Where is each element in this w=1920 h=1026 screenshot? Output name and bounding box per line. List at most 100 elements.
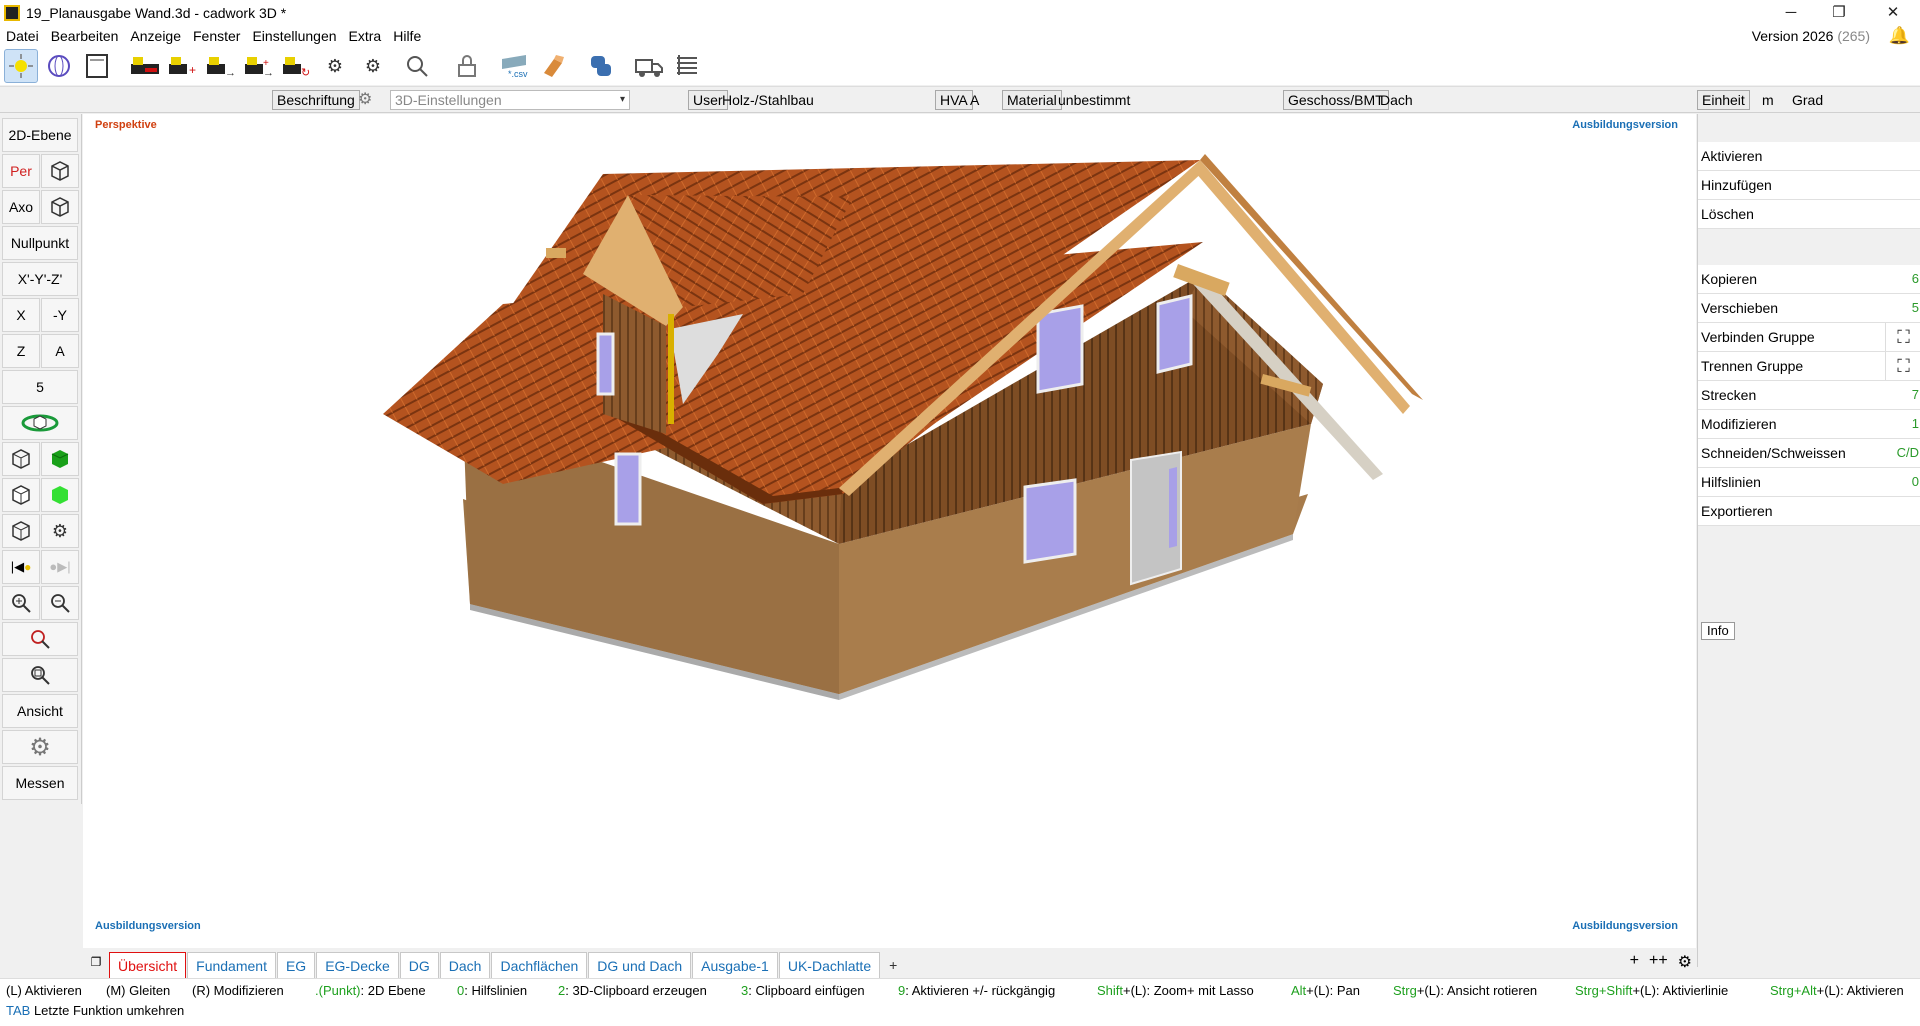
house-3d-model[interactable] <box>83 114 1696 948</box>
hint-text: +(L): Aktivieren <box>1816 983 1904 998</box>
geschoss-button[interactable]: Geschoss/BMT <box>1283 90 1389 110</box>
wireframe-cube-icon[interactable] <box>2 442 40 476</box>
cmd-verschieben[interactable]: Verschieben 5 <box>1698 294 1920 323</box>
rotate-view-icon[interactable] <box>2 406 78 440</box>
close-button[interactable]: ✕ <box>1870 0 1916 25</box>
plane-2d-button[interactable]: 2D-Ebene <box>2 118 78 152</box>
tab-uk-dachlatte[interactable]: UK-Dachlatte <box>778 952 881 978</box>
3d-viewport[interactable]: Perspektive Ausbildungsversion Ausbildun… <box>83 114 1696 948</box>
search-icon[interactable] <box>400 49 434 83</box>
cmd-loeschen[interactable]: Löschen <box>1698 200 1920 229</box>
add-multi-view-button[interactable]: ++ <box>1649 952 1668 972</box>
machine-arrow-icon[interactable]: → <box>204 49 238 83</box>
view-x-button[interactable]: X <box>2 298 40 332</box>
document-icon[interactable] <box>80 49 114 83</box>
info-button[interactable]: Info <box>1701 622 1735 640</box>
settings-3d-dropdown[interactable]: 3D-Einstellungen ▾ <box>390 90 630 110</box>
menu-bearbeiten[interactable]: Bearbeiten <box>45 25 125 47</box>
menu-hilfe[interactable]: Hilfe <box>387 25 427 47</box>
axo-cube-icon[interactable] <box>41 190 79 224</box>
messen-button[interactable]: Messen <box>2 766 78 800</box>
zoom-in-icon[interactable] <box>2 586 40 620</box>
cmd-label: Exportieren <box>1701 503 1773 519</box>
view-a-button[interactable]: A <box>41 334 79 368</box>
hidden-line-cube-icon[interactable] <box>2 478 40 512</box>
cmd-schneiden-schweissen[interactable]: Schneiden/Schweissen C/D <box>1698 439 1920 468</box>
activate-all-icon[interactable] <box>4 49 38 83</box>
cmd-strecken[interactable]: Strecken 7 <box>1698 381 1920 410</box>
lock-icon[interactable] <box>450 49 484 83</box>
zoom-window-icon[interactable] <box>2 658 78 692</box>
add-tab-button[interactable]: + <box>881 952 905 978</box>
truck-icon[interactable] <box>632 49 666 83</box>
hint-key: Strg <box>1393 983 1417 998</box>
cmd-trennen-gruppe[interactable]: Trennen Gruppe ⛶ <box>1698 352 1920 381</box>
svg-text:↻: ↻ <box>301 67 310 78</box>
menu-fenster[interactable]: Fenster <box>187 25 246 47</box>
group-split-icon[interactable]: ⛶ <box>1885 352 1920 380</box>
hva-button[interactable]: HVA <box>935 90 973 110</box>
cmd-aktivieren[interactable]: Aktivieren <box>1698 142 1920 171</box>
cmd-hilfslinien[interactable]: Hilfslinien 0 <box>1698 468 1920 497</box>
tab-dachflaechen[interactable]: Dachflächen <box>491 952 588 978</box>
perspective-cube-icon[interactable] <box>41 154 79 188</box>
tab-eg[interactable]: EG <box>276 952 316 978</box>
cmd-modifizieren[interactable]: Modifizieren 1 <box>1698 410 1920 439</box>
tab-settings-gear-icon[interactable]: ⚙ <box>1678 952 1692 972</box>
cmd-verbinden-gruppe[interactable]: Verbinden Gruppe ⛶ <box>1698 323 1920 352</box>
tab-eg-decke[interactable]: EG-Decke <box>316 952 399 978</box>
cmd-hinzufuegen[interactable]: Hinzufügen <box>1698 171 1920 200</box>
list-icon[interactable] <box>670 49 704 83</box>
light-next-icon[interactable]: ●▶| <box>41 550 79 584</box>
python-icon[interactable] <box>584 49 618 83</box>
ansicht-button[interactable]: Ansicht <box>2 694 78 728</box>
axo-button[interactable]: Axo <box>2 190 40 224</box>
tab-dach[interactable]: Dach <box>439 952 491 978</box>
tab-uebersicht[interactable]: Übersicht <box>109 952 187 978</box>
view-neg-y-button[interactable]: -Y <box>41 298 79 332</box>
machine-add-icon[interactable]: + <box>166 49 200 83</box>
restore-button[interactable]: ❐ <box>1816 0 1862 25</box>
light-previous-icon[interactable]: |◀ ● <box>2 550 40 584</box>
tab-ausgabe-1[interactable]: Ausgabe-1 <box>692 952 778 978</box>
cmd-exportieren[interactable]: Exportieren <box>1698 497 1920 526</box>
beschriftung-gear-icon[interactable]: ⚙ <box>358 90 372 110</box>
beschriftung-button[interactable]: Beschriftung <box>272 90 360 110</box>
tab-dg[interactable]: DG <box>399 952 439 978</box>
outline-cube-icon[interactable] <box>2 514 40 548</box>
menu-datei[interactable]: Datei <box>0 25 45 47</box>
solid-cube-icon[interactable] <box>41 442 79 476</box>
notification-bell-icon[interactable]: 🔔 <box>1889 26 1910 46</box>
sphere-icon[interactable] <box>42 49 76 83</box>
cmd-kopieren[interactable]: Kopieren 6 <box>1698 265 1920 294</box>
zoom-out-icon[interactable] <box>41 586 79 620</box>
minimize-button[interactable]: ─ <box>1768 0 1814 25</box>
menu-einstellungen[interactable]: Einstellungen <box>246 25 342 47</box>
nullpunkt-button[interactable]: Nullpunkt <box>2 226 78 260</box>
view-z-button[interactable]: Z <box>2 334 40 368</box>
perspective-button[interactable]: Per <box>2 154 40 188</box>
gear-settings-icon[interactable]: ⚙ <box>318 49 352 83</box>
zoom-all-icon[interactable] <box>2 622 78 656</box>
machine-cycle-icon[interactable]: ↻ <box>280 49 314 83</box>
machine-add-arrow-icon[interactable]: + → <box>242 49 276 83</box>
tab-dg-und-dach[interactable]: DG und Dach <box>588 952 692 978</box>
green-cube-icon[interactable] <box>41 478 79 512</box>
xyz-prime-button[interactable]: X'-Y'-Z' <box>2 262 78 296</box>
add-view-button[interactable]: + <box>1630 952 1639 972</box>
menu-extra[interactable]: Extra <box>343 25 388 47</box>
view-5-button[interactable]: 5 <box>2 370 78 404</box>
tab-fundament[interactable]: Fundament <box>187 952 276 978</box>
csv-export-icon[interactable]: *.csv <box>498 49 532 83</box>
unit-button[interactable]: Einheit <box>1697 90 1750 110</box>
group-join-icon[interactable]: ⛶ <box>1885 323 1920 351</box>
gears-icon[interactable]: ⚙ <box>356 49 390 83</box>
machine-icon[interactable] <box>128 49 162 83</box>
material-button[interactable]: Material <box>1002 90 1062 110</box>
cog-wheel-icon[interactable]: ⚙ <box>2 730 78 764</box>
menu-anzeige[interactable]: Anzeige <box>124 25 187 47</box>
render-settings-gear-icon[interactable]: ⚙ <box>41 514 79 548</box>
cmd-label: Trennen Gruppe <box>1701 358 1804 374</box>
timber-icon[interactable] <box>536 49 570 83</box>
tab-menu-icon[interactable]: ❐ <box>83 952 109 978</box>
